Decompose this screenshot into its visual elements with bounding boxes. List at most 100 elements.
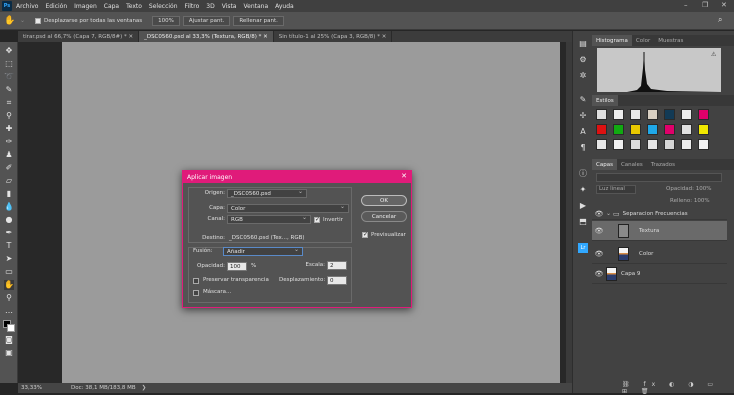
properties-panel-icon[interactable]: ⚙ xyxy=(578,55,588,65)
scroll-all-windows-checkbox[interactable] xyxy=(35,17,42,24)
opacidad-input[interactable]: 100 xyxy=(227,262,247,271)
minimize-icon[interactable]: – xyxy=(684,1,688,9)
blur-tool-icon[interactable]: 💧 xyxy=(4,202,14,212)
clone-source-icon[interactable]: ✢ xyxy=(578,111,588,121)
style-swatch[interactable] xyxy=(596,124,607,135)
style-swatch[interactable] xyxy=(613,109,624,120)
preservar-checkbox[interactable] xyxy=(193,278,199,284)
style-swatch[interactable] xyxy=(647,109,658,120)
menu-archivo[interactable]: Archivo xyxy=(16,3,38,10)
desplazamiento-input[interactable]: 0 xyxy=(327,276,347,285)
background-color-swatch[interactable] xyxy=(7,324,15,332)
menu-3d[interactable]: 3D xyxy=(206,3,214,10)
lasso-tool-icon[interactable]: ➰ xyxy=(4,72,14,82)
status-arrow-icon[interactable]: ❯ xyxy=(142,385,147,391)
paragraph-panel-icon[interactable]: ¶ xyxy=(578,143,588,153)
style-swatch[interactable] xyxy=(596,109,607,120)
menu-capa[interactable]: Capa xyxy=(104,3,119,10)
group-chevron-icon[interactable]: ⌄ xyxy=(606,210,611,217)
shape-tool-icon[interactable]: ▭ xyxy=(4,267,14,277)
dodge-tool-icon[interactable]: ● xyxy=(4,215,14,225)
mascara-checkbox[interactable] xyxy=(193,290,199,296)
style-swatch[interactable] xyxy=(630,124,641,135)
menu-ayuda[interactable]: Ayuda xyxy=(275,3,294,10)
escala-input[interactable]: 2 xyxy=(327,261,347,270)
style-swatch[interactable] xyxy=(681,139,692,150)
style-swatch[interactable] xyxy=(613,139,624,150)
style-swatch[interactable] xyxy=(630,139,641,150)
tab-estilos[interactable]: Estilos xyxy=(592,95,618,106)
path-select-tool-icon[interactable]: ➤ xyxy=(4,254,14,264)
zoom-tool-icon[interactable]: ⚲ xyxy=(4,293,14,303)
menu-edicion[interactable]: Edición xyxy=(45,3,67,10)
screen-mode-icon[interactable]: ▣ xyxy=(4,348,14,358)
visibility-eye-icon[interactable]: 👁 xyxy=(592,227,606,235)
navigator-panel-icon[interactable]: ✦ xyxy=(578,185,588,195)
fusion-select[interactable]: Añadir xyxy=(223,246,303,256)
canal-select[interactable]: RGB xyxy=(227,214,311,224)
visibility-eye-icon[interactable]: 👁 xyxy=(592,250,606,258)
menu-seleccion[interactable]: Selección xyxy=(149,3,178,10)
eyedropper-tool-icon[interactable]: ⚲ xyxy=(4,111,14,121)
tab-canales[interactable]: Canales xyxy=(617,159,647,170)
status-zoom[interactable]: 33,33% xyxy=(21,385,57,391)
more-tools-icon[interactable]: … xyxy=(4,306,14,316)
marquee-tool-icon[interactable]: ⬚ xyxy=(4,59,14,69)
type-tool-icon[interactable]: T xyxy=(4,241,14,251)
zoom-100-button[interactable]: 100% xyxy=(152,15,180,26)
tab-dsc0560[interactable]: _DSC0560.psd al 33,3% (Textura, RGB/8) *… xyxy=(139,31,274,42)
layer-fill[interactable]: Relleno: 100% xyxy=(670,198,710,204)
style-swatch[interactable] xyxy=(681,109,692,120)
gradient-tool-icon[interactable]: ▮ xyxy=(4,189,14,199)
style-swatch[interactable] xyxy=(613,124,624,135)
layer-kind-filter[interactable] xyxy=(596,173,722,182)
layer-row-selected[interactable]: 👁 Textura xyxy=(592,221,727,241)
tab-histograma[interactable]: Histograma xyxy=(592,35,632,46)
libraries-panel-icon[interactable]: Lr xyxy=(578,243,588,253)
invertir-checkbox[interactable] xyxy=(314,216,320,223)
actions-panel-icon[interactable]: ▶ xyxy=(578,201,588,211)
search-icon[interactable]: ⌕ xyxy=(718,15,722,25)
style-swatch[interactable] xyxy=(664,124,675,135)
quick-select-tool-icon[interactable]: ✎ xyxy=(4,85,14,95)
eraser-tool-icon[interactable]: ▱ xyxy=(4,176,14,186)
brush-settings-icon[interactable]: ✎ xyxy=(578,95,588,105)
layer-opacity[interactable]: Opacidad: 100% xyxy=(666,186,711,192)
origen-select[interactable]: _DSC0560.psd xyxy=(227,188,307,198)
style-swatch[interactable] xyxy=(647,124,658,135)
menu-vista[interactable]: Vista xyxy=(222,3,237,10)
close-icon[interactable]: ✕ xyxy=(721,1,727,9)
menu-filtro[interactable]: Filtro xyxy=(185,3,200,10)
tab-capas[interactable]: Capas xyxy=(592,159,617,170)
tab-tirar[interactable]: tirar.psd al 66,7% (Capa 7, RGB/8#) * ✕ xyxy=(18,31,140,42)
fill-screen-button[interactable]: Rellenar pant. xyxy=(233,15,284,26)
layer-row[interactable]: 👁 Color xyxy=(592,244,727,264)
visibility-eye-icon[interactable]: 👁 xyxy=(592,270,606,278)
warning-icon[interactable]: ⚠ xyxy=(711,51,716,58)
capa-select[interactable]: Color xyxy=(227,203,349,213)
style-swatch[interactable] xyxy=(630,109,641,120)
ok-button[interactable]: OK xyxy=(361,195,407,206)
history-brush-tool-icon[interactable]: ✐ xyxy=(4,163,14,173)
visibility-eye-icon[interactable]: 👁 xyxy=(592,210,606,218)
style-swatch[interactable] xyxy=(698,109,709,120)
hand-tool-icon[interactable]: ✋ xyxy=(4,280,14,290)
tool-preset-chevron-icon[interactable]: ⌄ xyxy=(20,17,25,24)
menu-ventana[interactable]: Ventana xyxy=(243,3,268,10)
style-swatch[interactable] xyxy=(664,109,675,120)
cancel-button[interactable]: Cancelar xyxy=(361,211,407,222)
pen-tool-icon[interactable]: ✒ xyxy=(4,228,14,238)
channels-mixer-icon[interactable]: ⬒ xyxy=(578,217,588,227)
style-swatch[interactable] xyxy=(698,139,709,150)
crop-tool-icon[interactable]: ⌗ xyxy=(4,98,14,108)
move-tool-icon[interactable]: ✥ xyxy=(4,46,14,56)
fit-screen-button[interactable]: Ajustar pant. xyxy=(182,15,231,26)
history-panel-icon[interactable]: ▤ xyxy=(578,39,588,49)
quick-mask-icon[interactable]: ◙ xyxy=(4,335,14,345)
style-swatch[interactable] xyxy=(698,124,709,135)
layer-row[interactable]: 👁 Capa 9 xyxy=(592,264,727,284)
character-panel-icon[interactable]: A xyxy=(578,127,588,137)
restore-icon[interactable]: ❐ xyxy=(702,1,708,9)
style-swatch[interactable] xyxy=(664,139,675,150)
previsualizar-checkbox[interactable] xyxy=(362,231,368,238)
